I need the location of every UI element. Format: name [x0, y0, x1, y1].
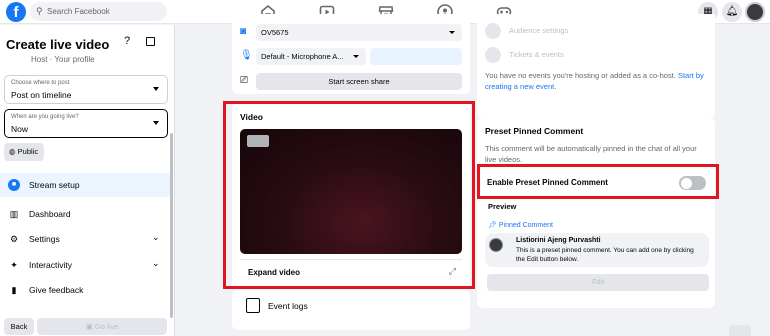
chevron-down-icon	[153, 121, 159, 125]
pinned-comment-title: Preset Pinned Comment	[485, 126, 584, 136]
tickets-events-label: Tickets & events	[509, 50, 564, 59]
sidebar-item-label: Give feedback	[29, 285, 84, 295]
commenter-avatar	[489, 238, 503, 252]
dashboard-icon: ▥	[9, 209, 19, 219]
globe-icon: ◍	[9, 147, 16, 156]
go-live-time-select[interactable]: When are you going live? Now	[4, 109, 168, 138]
help-icon[interactable]: ?	[124, 35, 130, 47]
stream-setup-card: ◙ OV5675 🎙︎ Default - Microphone A... ⎚ …	[232, 14, 470, 94]
sidebar-item-label: Stream setup	[29, 180, 80, 190]
audience-settings-label: Audience settings	[509, 26, 569, 35]
back-button[interactable]: Back	[4, 318, 34, 335]
profile-subtitle: Host · Your profile	[31, 55, 95, 64]
gear-icon: ⚙	[9, 234, 19, 244]
sidebar-item-dashboard[interactable]: ▥ Dashboard	[0, 202, 170, 226]
no-events-message: You have no events you're hosting or add…	[485, 71, 676, 80]
go-live-time-label: When are you going live?	[11, 114, 79, 120]
feedback-icon: ▮	[11, 285, 17, 295]
floating-action-button[interactable]	[729, 325, 751, 336]
event-logs-label: Event logs	[268, 301, 308, 311]
preset-pinned-comment-card: Preset Pinned Comment This comment will …	[477, 118, 715, 308]
profile-avatar[interactable]	[745, 2, 765, 22]
microphone-icon: 🎙︎	[240, 50, 253, 61]
tickets-icon	[485, 47, 501, 63]
sidebar-item-give-feedback[interactable]: ▮ Give feedback	[0, 278, 170, 302]
pinned-comment-preview: Listiorini Ajeng Purvashti This is a pre…	[485, 233, 709, 267]
audience-tickets-card: Audience settings Tickets & events You h…	[477, 14, 715, 118]
layout-toggle-icon[interactable]	[146, 37, 155, 46]
screen-share-button[interactable]: Start screen share	[256, 73, 462, 90]
post-destination-label: Choose where to post	[11, 80, 70, 86]
search-input[interactable]: ⚲ Search Facebook	[30, 2, 167, 21]
microphone-level-meter	[370, 48, 462, 65]
chevron-down-icon: ⌄	[152, 232, 160, 242]
search-placeholder: Search Facebook	[47, 7, 110, 16]
sidebar-scrollbar[interactable]	[170, 133, 173, 318]
no-events-text: You have no events you're hosting or add…	[485, 70, 710, 92]
go-live-button[interactable]: ▣ Go live	[37, 318, 167, 335]
camera-icon: ◙	[240, 26, 247, 37]
edit-button[interactable]: Edit	[487, 274, 709, 291]
chevron-down-icon: ⌄	[152, 258, 160, 268]
microphone-value: Default - Microphone A...	[261, 52, 344, 61]
search-icon: ⚲	[36, 6, 43, 16]
microphone-select[interactable]: Default - Microphone A...	[256, 48, 366, 65]
chevron-down-icon	[353, 55, 359, 58]
event-log-icon	[246, 298, 260, 313]
preview-label: Preview	[488, 202, 517, 211]
facebook-logo[interactable]: f	[6, 2, 26, 22]
live-camera-icon: ■	[8, 179, 20, 191]
chevron-down-icon	[449, 31, 455, 34]
pinned-comment-description: This comment will be automatically pinne…	[485, 144, 697, 164]
comment-message: This is a preset pinned comment. You can…	[516, 247, 694, 263]
post-destination-select[interactable]: Choose where to post Post on timeline	[4, 75, 168, 104]
pinned-comment-tag: 📌︎ Pinned Comment	[488, 221, 553, 229]
sidebar-item-label: Interactivity	[29, 260, 72, 270]
page-title: Create live video	[6, 37, 110, 52]
live-icon: ▣	[85, 322, 95, 331]
highlight-box-video	[223, 101, 475, 289]
sidebar-item-label: Settings	[29, 234, 60, 244]
highlight-box-toggle	[477, 164, 719, 199]
sparkle-icon: ✦	[10, 260, 18, 270]
go-live-label: Go live	[94, 322, 119, 331]
audience-label: Public	[17, 147, 39, 156]
camera-value: OV5675	[261, 28, 289, 37]
event-logs-card[interactable]: Event logs	[232, 290, 470, 330]
sidebar-item-stream-setup[interactable]: ■ Stream setup	[0, 173, 170, 197]
pin-icon: 📌︎	[488, 222, 499, 229]
chevron-down-icon	[153, 87, 159, 91]
camera-select[interactable]: OV5675	[256, 24, 462, 41]
commenter-name: Listiorini Ajeng Purvashti	[516, 237, 601, 244]
screen-share-icon: ⎚	[240, 75, 248, 86]
notifications-bell-icon[interactable]: 🔔︎	[722, 2, 742, 22]
sidebar: Create live video ? Host · Your profile …	[0, 25, 175, 336]
audience-button[interactable]: ◍ Public	[4, 143, 44, 161]
pinned-comment-tag-label: Pinned Comment	[498, 222, 553, 229]
go-live-time-value: Now	[11, 124, 29, 134]
sidebar-item-interactivity[interactable]: ✦ Interactivity ⌄	[0, 253, 170, 277]
sidebar-item-settings[interactable]: ⚙ Settings ⌄	[0, 227, 170, 251]
audience-icon	[485, 23, 501, 39]
post-destination-value: Post on timeline	[11, 90, 72, 100]
sidebar-item-label: Dashboard	[29, 209, 71, 219]
